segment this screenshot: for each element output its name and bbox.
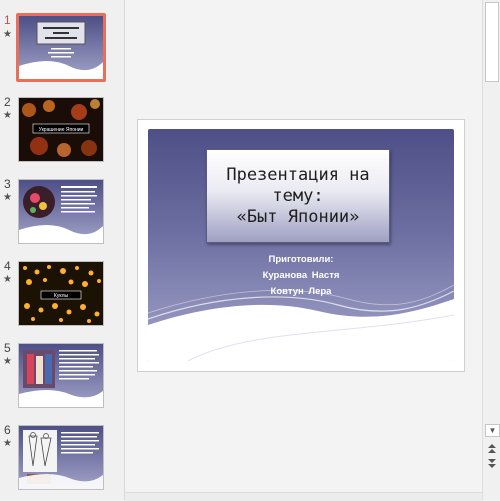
slide-4-preview: Куклы	[19, 262, 103, 325]
animation-star-icon: ★	[3, 274, 12, 285]
previous-slide-icon[interactable]	[485, 443, 498, 456]
slide-title: Презентация на тему: «Быт Японии»	[226, 164, 370, 227]
thumbnail-caption: Куклы	[54, 293, 69, 299]
slide-canvas[interactable]: Презентация на тему: «Быт Японии» Пригот…	[137, 119, 465, 372]
thumbnail-slide-2[interactable]: 2 ★ Украшение Японии	[0, 95, 124, 167]
thumbnail-preview[interactable]	[18, 343, 104, 408]
thumbnail-preview[interactable]	[18, 425, 104, 490]
next-slide-icon[interactable]	[485, 458, 498, 471]
double-up-arrow-icon	[487, 444, 496, 453]
slide-number: 1	[4, 13, 11, 27]
animation-star-icon: ★	[3, 356, 12, 367]
slide-number: 2	[4, 95, 11, 109]
animation-star-icon: ★	[3, 192, 12, 203]
thumbnail-preview[interactable]: Украшение Японии	[18, 97, 104, 162]
slide-5-preview	[19, 344, 103, 407]
thumbnail-slide-1[interactable]: 1 ★	[0, 13, 124, 85]
scroll-thumb[interactable]	[485, 2, 499, 82]
slide-3-preview	[19, 180, 103, 243]
thumbnail-caption: Украшение Японии	[39, 127, 84, 133]
slide-number: 3	[4, 177, 11, 191]
slide-editor-area: Презентация на тему: «Быт Японии» Пригот…	[125, 0, 482, 500]
vertical-scrollbar[interactable]: ▼	[482, 0, 500, 500]
prepared-by-label: Приготовили:	[268, 254, 334, 265]
thumbnail-slide-4[interactable]: 4 ★ Куклы	[0, 259, 124, 331]
thumbnail-preview[interactable]	[18, 179, 104, 244]
scroll-down-arrow-icon[interactable]: ▼	[485, 424, 500, 437]
slide-number: 5	[4, 341, 11, 355]
double-down-arrow-icon	[487, 459, 496, 468]
title-placeholder[interactable]: Презентация на тему: «Быт Японии»	[206, 149, 390, 243]
thumbnail-preview-selected[interactable]	[16, 13, 106, 82]
author-1: Куранова Настя	[262, 270, 340, 281]
author-2: Ковтун Лера	[270, 286, 332, 297]
thumbnail-slide-3[interactable]: 3 ★	[0, 177, 124, 249]
thumbnail-slide-5[interactable]: 5 ★	[0, 341, 124, 413]
animation-star-icon: ★	[3, 438, 12, 449]
slide-2-preview: Украшение Японии	[19, 98, 103, 161]
animation-star-icon: ★	[3, 110, 12, 121]
thumbnail-slide-6[interactable]: 6 ★	[0, 423, 124, 495]
slide-thumbnail-panel: 1 ★ 2 ★ Украшение Японии 3 ★ 4 ★ Куклы 5…	[0, 0, 125, 500]
slide-1-preview	[19, 16, 103, 79]
animation-star-icon: ★	[3, 29, 12, 40]
slide-number: 4	[4, 259, 11, 273]
slide-6-preview	[19, 426, 103, 489]
slide-number: 6	[4, 423, 11, 437]
current-slide[interactable]: Презентация на тему: «Быт Японии» Пригот…	[148, 129, 454, 361]
thumbnail-preview[interactable]: Куклы	[18, 261, 104, 326]
